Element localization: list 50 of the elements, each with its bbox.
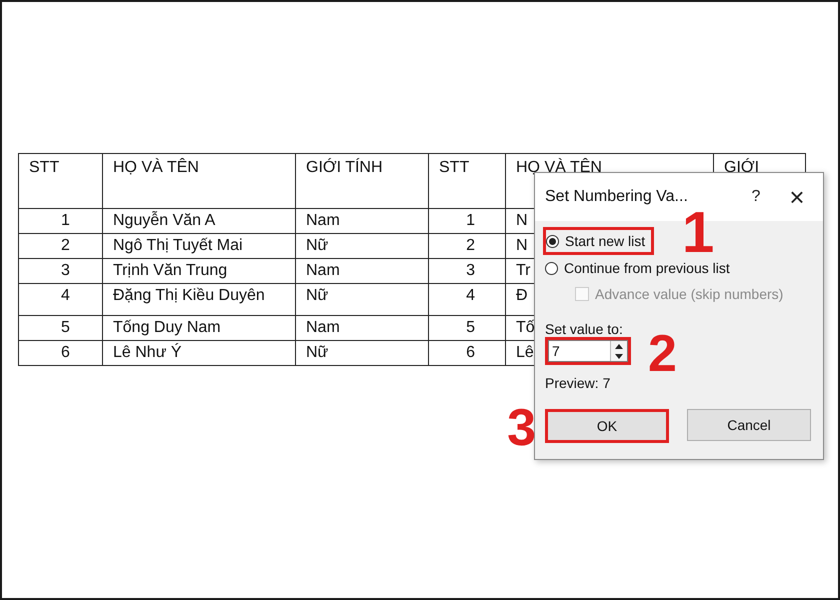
- step-number: 3: [507, 402, 536, 454]
- field-label: Set value to:: [545, 321, 624, 337]
- table-cell: Ngô Thị Tuyết Mai: [113, 237, 243, 254]
- cancel-button[interactable]: Cancel: [687, 409, 811, 441]
- table-cell: Lê Như Ý: [113, 344, 182, 361]
- table-cell: 5: [466, 319, 475, 336]
- preview-text: Preview: 7: [545, 375, 612, 391]
- column-header: GIỚI TÍNH: [296, 154, 428, 208]
- table-cell: Nguyễn Văn A: [113, 212, 216, 229]
- table-cell: 6: [61, 344, 70, 361]
- table-cell: Nữ: [306, 287, 328, 304]
- column-header: STT: [18, 154, 102, 208]
- table-cell: Tố: [516, 319, 535, 336]
- help-button[interactable]: ?: [741, 188, 771, 206]
- table-cell: Nữ: [306, 237, 328, 254]
- table-cell: 5: [61, 319, 70, 336]
- column-header: STT: [428, 154, 506, 208]
- table-cell: 4: [466, 287, 475, 304]
- table-cell: Đặng Thị Kiều Duyên: [113, 287, 265, 304]
- table-cell: Tr: [516, 262, 531, 279]
- dialog-title: Set Numbering Va...: [545, 188, 689, 206]
- table-cell: Nữ: [306, 344, 328, 361]
- table-cell: Tống Duy Nam: [113, 319, 221, 336]
- table-cell: Nam: [306, 319, 340, 336]
- table-cell: N: [516, 212, 528, 229]
- table-cell: 2: [61, 237, 70, 254]
- option-label: Start new list: [565, 233, 646, 249]
- table-cell: Trịnh Văn Trung: [113, 262, 228, 279]
- table-cell: Nam: [306, 212, 340, 229]
- radio-button[interactable]: [546, 234, 559, 248]
- table-cell: 1: [61, 212, 70, 229]
- table-cell: 3: [61, 262, 70, 279]
- table-cell: 1: [466, 212, 475, 229]
- spin-down-icon[interactable]: [611, 351, 627, 361]
- table-cell: 3: [466, 262, 475, 279]
- spin-up-icon[interactable]: [611, 341, 627, 351]
- column-header: HỌ VÀ TÊN: [102, 154, 296, 208]
- radio-button[interactable]: [545, 262, 558, 274]
- table-cell: Nam: [306, 262, 340, 279]
- table-cell: Đ: [516, 287, 528, 304]
- option-label: Advance value (skip numbers): [595, 286, 784, 302]
- table-cell: 4: [61, 287, 70, 304]
- step-number: 2: [648, 328, 677, 380]
- table-cell: 6: [466, 344, 475, 361]
- number-field[interactable]: 7: [548, 340, 628, 362]
- ok-button[interactable]: OK: [548, 412, 666, 440]
- table-cell: N: [516, 237, 528, 254]
- table-cell: 2: [466, 237, 475, 254]
- option-label: Continue from previous list: [564, 260, 730, 276]
- table-cell: Lê: [516, 344, 534, 361]
